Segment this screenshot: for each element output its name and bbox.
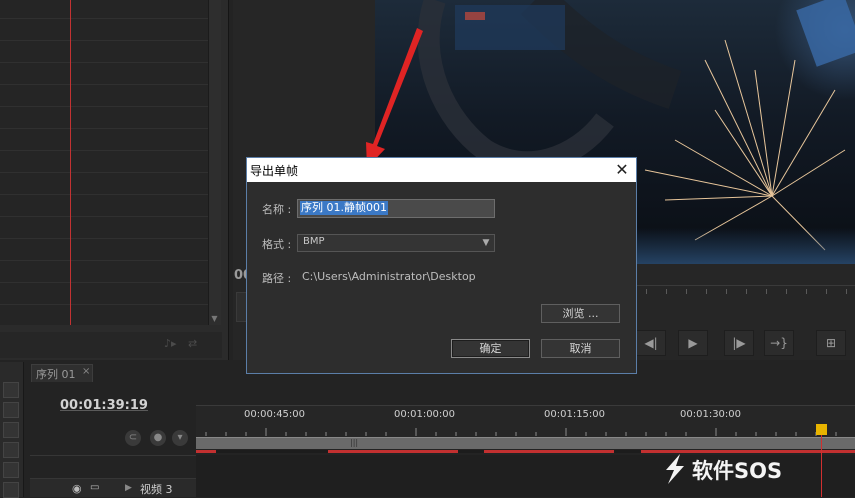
render-status-bar: [196, 450, 855, 453]
selection-tool-icon[interactable]: [3, 382, 19, 398]
name-label: 名称 :: [262, 203, 292, 216]
ruler-label: 00:00:45:00: [244, 409, 306, 420]
ruler-label: 00:01:00:00: [394, 409, 456, 420]
monitor-time-ruler[interactable]: [636, 285, 855, 303]
project-scrollbar[interactable]: [208, 0, 221, 325]
tab-sequence-01-label: 序列 01: [36, 368, 76, 381]
project-panel-footer: ♪▸ ⇄: [0, 332, 222, 358]
timeline-timecode[interactable]: 00:01:39:19: [60, 398, 148, 413]
dialog-titlebar[interactable]: [247, 158, 636, 182]
playhead-line: [821, 435, 822, 497]
ruler-label: 00:01:30:00: [680, 409, 742, 420]
razor-tool-icon[interactable]: [3, 482, 19, 498]
transport-controls: ◀| ▶ |▶ →} ⊞: [636, 330, 855, 356]
scroll-down-icon[interactable]: ▼: [209, 314, 220, 324]
dialog-title: 导出单帧: [250, 164, 299, 178]
project-list[interactable]: [0, 0, 208, 325]
tab-close-icon[interactable]: ×: [82, 366, 90, 377]
ruler-label: 00:01:15:00: [544, 409, 606, 420]
work-area-bar[interactable]: [196, 437, 855, 449]
go-to-out-icon[interactable]: →}: [764, 330, 794, 356]
name-input-value[interactable]: 序列 01.静帧001: [300, 201, 388, 215]
watermark-logo-icon: [666, 454, 684, 484]
ruler-ticks: [205, 428, 837, 436]
play-icon[interactable]: ▶: [678, 330, 708, 356]
cancel-button[interactable]: 取消: [541, 339, 620, 358]
tools-panel: [0, 362, 24, 498]
red-arrow-annotation: [366, 28, 423, 168]
track-name: 视频 3: [140, 483, 173, 496]
eye-icon[interactable]: ◉: [72, 482, 82, 495]
format-select-value: BMP: [303, 236, 325, 247]
format-select[interactable]: [297, 234, 495, 252]
marker-icon[interactable]: ▾: [172, 430, 188, 446]
step-back-icon[interactable]: ◀|: [636, 330, 666, 356]
linked-selection-icon[interactable]: ●: [150, 430, 166, 446]
ripple-edit-tool-icon[interactable]: [3, 422, 19, 438]
path-label: 路径 :: [262, 272, 292, 285]
snap-icon[interactable]: ⊂: [125, 430, 141, 446]
watermark-text: 软件SOS: [692, 459, 783, 483]
work-area-grip-icon[interactable]: |||: [350, 438, 358, 447]
step-forward-icon[interactable]: |▶: [724, 330, 754, 356]
rate-stretch-tool-icon[interactable]: [3, 462, 19, 478]
rolling-edit-tool-icon[interactable]: [3, 442, 19, 458]
browse-button[interactable]: 浏览 ...: [541, 304, 620, 323]
insert-icon[interactable]: ♪▸: [164, 337, 177, 350]
expand-track-icon[interactable]: ▶: [125, 483, 132, 493]
film-icon[interactable]: ▭: [90, 482, 99, 493]
format-label: 格式 :: [262, 238, 292, 251]
ok-button[interactable]: 确定: [451, 339, 530, 358]
close-icon[interactable]: ✕: [608, 158, 636, 182]
chevron-down-icon[interactable]: ▼: [478, 235, 494, 251]
export-frame-icon[interactable]: ⊞: [816, 330, 846, 356]
path-value: C:\Users\Administrator\Desktop: [302, 270, 476, 283]
source-playhead-line: [70, 0, 71, 325]
overwrite-icon[interactable]: ⇄: [188, 337, 197, 350]
track-select-tool-icon[interactable]: [3, 402, 19, 418]
playhead-handle[interactable]: [816, 424, 827, 435]
